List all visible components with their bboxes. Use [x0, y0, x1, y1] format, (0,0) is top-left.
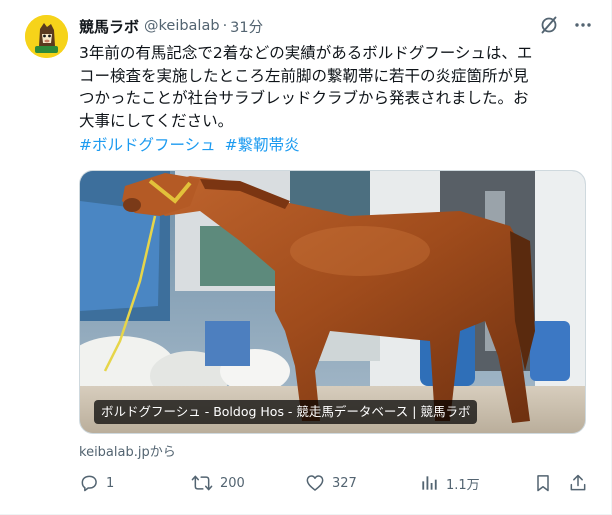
bookmark-icon: [537, 475, 549, 492]
post-text-line: つかったことが社台サラブレッドクラブから発表されました。お: [79, 89, 529, 107]
share-button[interactable]: [568, 471, 588, 495]
link-card-source[interactable]: keibalab.jpから: [79, 441, 176, 460]
post-header: 競馬ラボ @keibalab · 31分: [79, 14, 263, 38]
like-button[interactable]: 327: [305, 471, 357, 495]
post-text-line: 3年前の有馬記念で2着などの実績があるボルドグフーシュは、エ: [79, 44, 533, 62]
author-handle[interactable]: @keibalab: [144, 18, 220, 34]
share-icon: [570, 474, 586, 491]
reply-icon: [81, 475, 97, 492]
post-text-line: コー検査を実施したところ左前脚の繋靭帯に若干の炎症箇所が見: [79, 66, 529, 85]
post-time[interactable]: 31分: [230, 16, 263, 37]
repost-button[interactable]: 200: [191, 471, 245, 495]
post-text: 3年前の有馬記念で2着などの実績があるボルドグフーシュは、エ コー検査を実施した…: [79, 42, 593, 132]
like-count: 327: [332, 475, 357, 491]
post-text-line: 大事にしてください。: [79, 111, 234, 130]
reply-count: 1: [106, 475, 115, 491]
post-action-bar: 1 200 327 1.1万: [79, 471, 591, 495]
views-count: 1.1万: [446, 477, 480, 493]
link-card-title: ボルドグフーシュ - Boldog Hos - 競走馬データベース | 競馬ラボ: [94, 400, 478, 424]
views-button[interactable]: 1.1万: [419, 471, 480, 495]
hashtag-link[interactable]: #ボルドグフーシュ: [79, 136, 216, 154]
author-name[interactable]: 競馬ラボ: [79, 16, 139, 37]
link-card[interactable]: ボルドグフーシュ - Boldog Hos - 競走馬データベース | 競馬ラボ: [79, 170, 586, 434]
repost-icon: [191, 475, 213, 491]
repost-count: 200: [220, 475, 245, 491]
bookmark-button[interactable]: [533, 471, 553, 495]
hashtag-link[interactable]: #繋靭帯炎: [225, 136, 300, 154]
hashtag-list: #ボルドグフーシュ #繋靭帯炎: [79, 134, 300, 156]
grok-icon[interactable]: [538, 14, 560, 36]
reply-button[interactable]: 1: [79, 471, 114, 495]
post-top-actions: [538, 14, 594, 36]
separator-dot: ·: [222, 18, 228, 34]
like-icon: [306, 475, 324, 491]
avatar[interactable]: [25, 15, 68, 58]
views-icon: [422, 476, 437, 490]
horse-photo: [80, 171, 585, 433]
more-icon[interactable]: [572, 14, 594, 36]
horse-logo-icon: [25, 15, 68, 58]
